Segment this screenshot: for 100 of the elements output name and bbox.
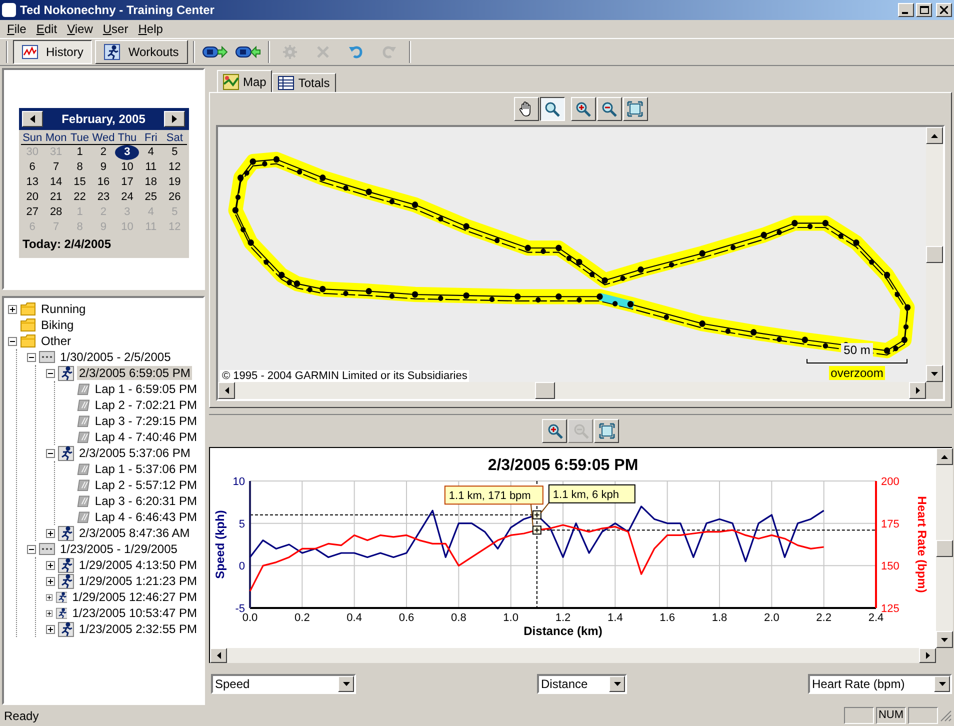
horizontal-scrollbar[interactable] [210,648,936,663]
calendar-day[interactable]: 17 [115,175,140,190]
axis-dropdown[interactable]: Distance [537,674,627,694]
menu-item[interactable]: Edit [31,22,62,36]
tree-item[interactable]: Running [39,302,88,316]
menu-item[interactable]: View [62,22,98,36]
calendar-day[interactable]: 23 [92,190,116,205]
tree-item[interactable]: 1/29/2005 12:46:27 PM [70,590,199,604]
scroll-up-button[interactable] [936,448,953,465]
calendar-day[interactable]: 21 [44,190,68,205]
expand-icon[interactable] [46,528,55,538]
scroll-down-button[interactable] [926,365,943,382]
tree-item[interactable]: 2/3/2005 6:59:05 PM [77,366,192,380]
view-button[interactable]: Workouts [95,40,188,64]
collapse-icon[interactable] [27,544,36,554]
calendar-day[interactable]: 11 [139,160,163,175]
calendar-day[interactable]: 7 [44,160,68,175]
tree-item[interactable]: Lap 2 - 5:57:12 PM [92,478,199,492]
calendar-day[interactable]: 4 [139,145,163,160]
chart-tool-button[interactable] [542,419,567,443]
lap-icon [77,381,90,397]
scrollbar-thumb[interactable] [926,246,943,263]
calendar-day[interactable]: 18 [139,175,163,190]
calendar-day[interactable]: 5 [162,145,186,160]
scroll-down-button[interactable] [936,631,953,648]
expand-icon[interactable] [46,576,55,586]
view-button[interactable]: History [13,40,92,64]
calendar-day[interactable]: 24 [115,190,140,205]
tree-item[interactable]: 1/23/2005 2:32:55 PM [76,622,199,636]
tree-item[interactable]: 1/29/2005 4:13:50 PM [76,558,199,572]
today-label[interactable]: Today: 2/4/2005 [18,235,188,253]
menu-item[interactable]: Help [133,22,168,36]
expand-icon[interactable] [8,304,17,314]
calendar-day[interactable]: 12 [162,160,186,175]
tree-item[interactable]: 1/29/2005 1:21:23 PM [76,574,199,588]
scroll-left-button[interactable] [210,648,227,663]
scrollbar-thumb[interactable] [936,540,953,556]
map-tool-button[interactable] [540,97,564,121]
axis-title: Speed (kph) [213,510,227,579]
scrollbar-thumb[interactable] [535,382,555,399]
tree-item[interactable]: Lap 3 - 7:29:15 PM [92,414,199,428]
next-month-button[interactable] [164,111,186,127]
tree-item[interactable]: Lap 1 - 6:59:05 PM [92,382,199,396]
chart-tool-button[interactable] [594,419,619,443]
tree-item[interactable]: 2/3/2005 5:37:06 PM [77,446,192,460]
scroll-right-button[interactable] [919,648,936,663]
collapse-icon[interactable] [8,336,17,346]
calendar-day[interactable]: 22 [68,190,92,205]
tree-item[interactable]: 1/30/2005 - 2/5/2005 [58,350,173,364]
calendar-day[interactable]: 8 [68,160,92,175]
calendar-day[interactable]: 10 [115,160,140,175]
tree-item[interactable]: Other [39,334,74,348]
tree-item[interactable]: Lap 1 - 5:37:06 PM [92,462,199,476]
calendar-day[interactable]: 14 [44,175,68,190]
previous-month-button[interactable] [22,111,42,127]
expand-icon[interactable] [46,624,55,634]
axis-dropdown[interactable]: Heart Rate (bpm) [808,674,952,694]
calendar-day[interactable]: 28 [44,205,68,220]
calendar-day[interactable]: 13 [20,175,44,190]
calendar-day[interactable]: 20 [20,190,44,205]
calendar-day[interactable]: 19 [162,175,186,190]
calendar-day[interactable]: 16 [92,175,116,190]
menu-item[interactable]: User [98,22,134,36]
calendar-day[interactable]: 26 [162,190,186,205]
tab[interactable]: Map [217,70,272,92]
tree-item[interactable]: 1/23/2005 10:53:47 PM [70,606,199,620]
scroll-right-button[interactable] [909,382,926,399]
calendar-day[interactable]: 2 [92,145,116,160]
tree-item[interactable]: Lap 3 - 6:20:31 PM [92,494,199,508]
axis-title: Heart Rate (bpm) [915,496,929,593]
scroll-up-button[interactable] [926,127,943,144]
tree-item[interactable]: Biking [39,318,76,332]
tree-item[interactable]: Lap 4 - 6:46:43 PM [92,510,199,524]
collapse-icon[interactable] [46,448,55,458]
expand-icon[interactable] [46,560,55,570]
calendar-day[interactable]: 27 [20,205,44,220]
calendar-day[interactable]: 25 [139,190,163,205]
vertical-scrollbar[interactable] [926,127,943,382]
menu-item[interactable]: File [2,22,32,36]
tree-item[interactable]: Lap 4 - 7:40:46 PM [92,430,199,444]
close-button[interactable] [936,3,952,17]
tree-item[interactable]: 1/23/2005 - 1/29/2005 [58,542,180,556]
expand-icon[interactable] [46,608,53,618]
tree-item[interactable]: Lap 2 - 7:02:21 PM [92,398,199,412]
collapse-icon[interactable] [27,352,36,362]
tab[interactable]: Totals [272,73,336,92]
minimize-button[interactable] [898,3,914,17]
vertical-scrollbar[interactable] [936,448,953,648]
calendar-day[interactable]: 9 [92,160,116,175]
calendar-day[interactable]: 6 [20,160,44,175]
tree-item[interactable]: 2/3/2005 8:47:36 AM [77,526,192,540]
collapse-icon[interactable] [46,368,55,378]
maximize-button[interactable] [916,3,932,17]
calendar-day[interactable]: 15 [68,175,92,190]
horizontal-scrollbar[interactable] [218,382,926,399]
calendar-day[interactable]: 1 [68,145,92,160]
axis-dropdown[interactable]: Speed [211,674,356,694]
scroll-left-button[interactable] [218,382,235,399]
calendar-day[interactable]: 3 [115,145,140,160]
expand-icon[interactable] [46,592,53,602]
